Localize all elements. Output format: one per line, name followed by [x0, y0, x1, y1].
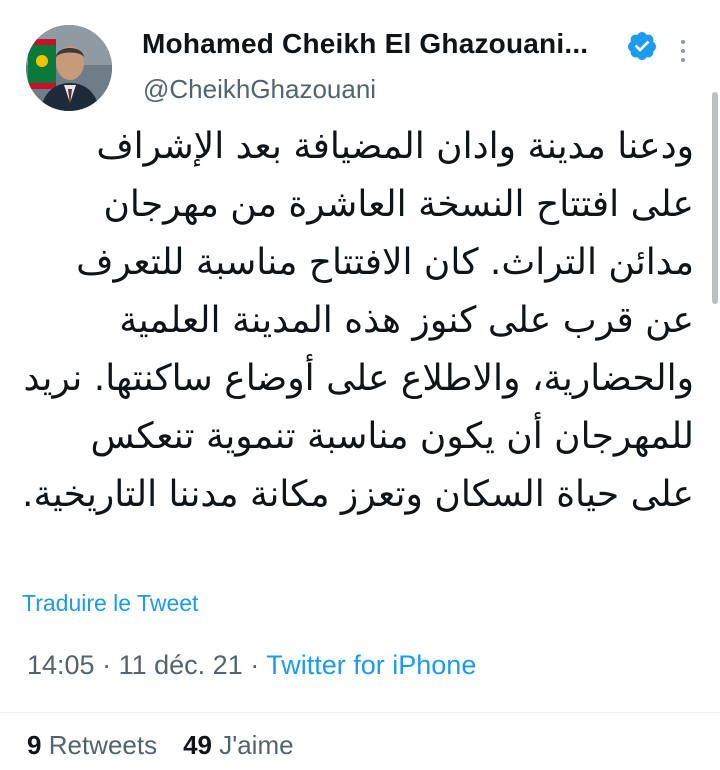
tweet-metadata: 14:05 · 11 déc. 21 · Twitter for iPhone — [27, 650, 476, 681]
author-display-name[interactable]: Mohamed Cheikh El Ghazouani... — [142, 28, 588, 60]
tweet-time: 14:05 — [27, 650, 95, 680]
more-options-icon[interactable] — [676, 40, 690, 66]
translate-tweet-link[interactable]: Traduire le Tweet — [22, 590, 198, 617]
likes-count: 49 — [183, 730, 213, 760]
retweets-count: 9 — [27, 730, 42, 760]
verified-badge-icon — [628, 32, 656, 60]
likes-label: J'aime — [219, 730, 294, 760]
tweet-text: ودعنا مدينة وادان المضيافة بعد الإشراف ع… — [22, 126, 694, 515]
meta-separator: · — [250, 650, 260, 680]
retweets-stat[interactable]: 9 Retweets — [27, 730, 157, 760]
scrollbar-thumb[interactable] — [712, 92, 718, 304]
tweet-stats: 9 Retweets 49 J'aime — [27, 730, 294, 761]
author-handle[interactable]: @CheikhGhazouani — [143, 74, 376, 105]
avatar-photo — [26, 25, 112, 111]
tweet-date: 11 déc. 21 — [118, 650, 243, 680]
divider — [0, 712, 720, 713]
retweets-label: Retweets — [48, 730, 158, 760]
author-avatar[interactable] — [26, 25, 112, 111]
tweet-source-link[interactable]: Twitter for iPhone — [266, 650, 476, 680]
likes-stat[interactable]: 49 J'aime — [183, 730, 293, 760]
meta-separator: · — [102, 650, 112, 680]
